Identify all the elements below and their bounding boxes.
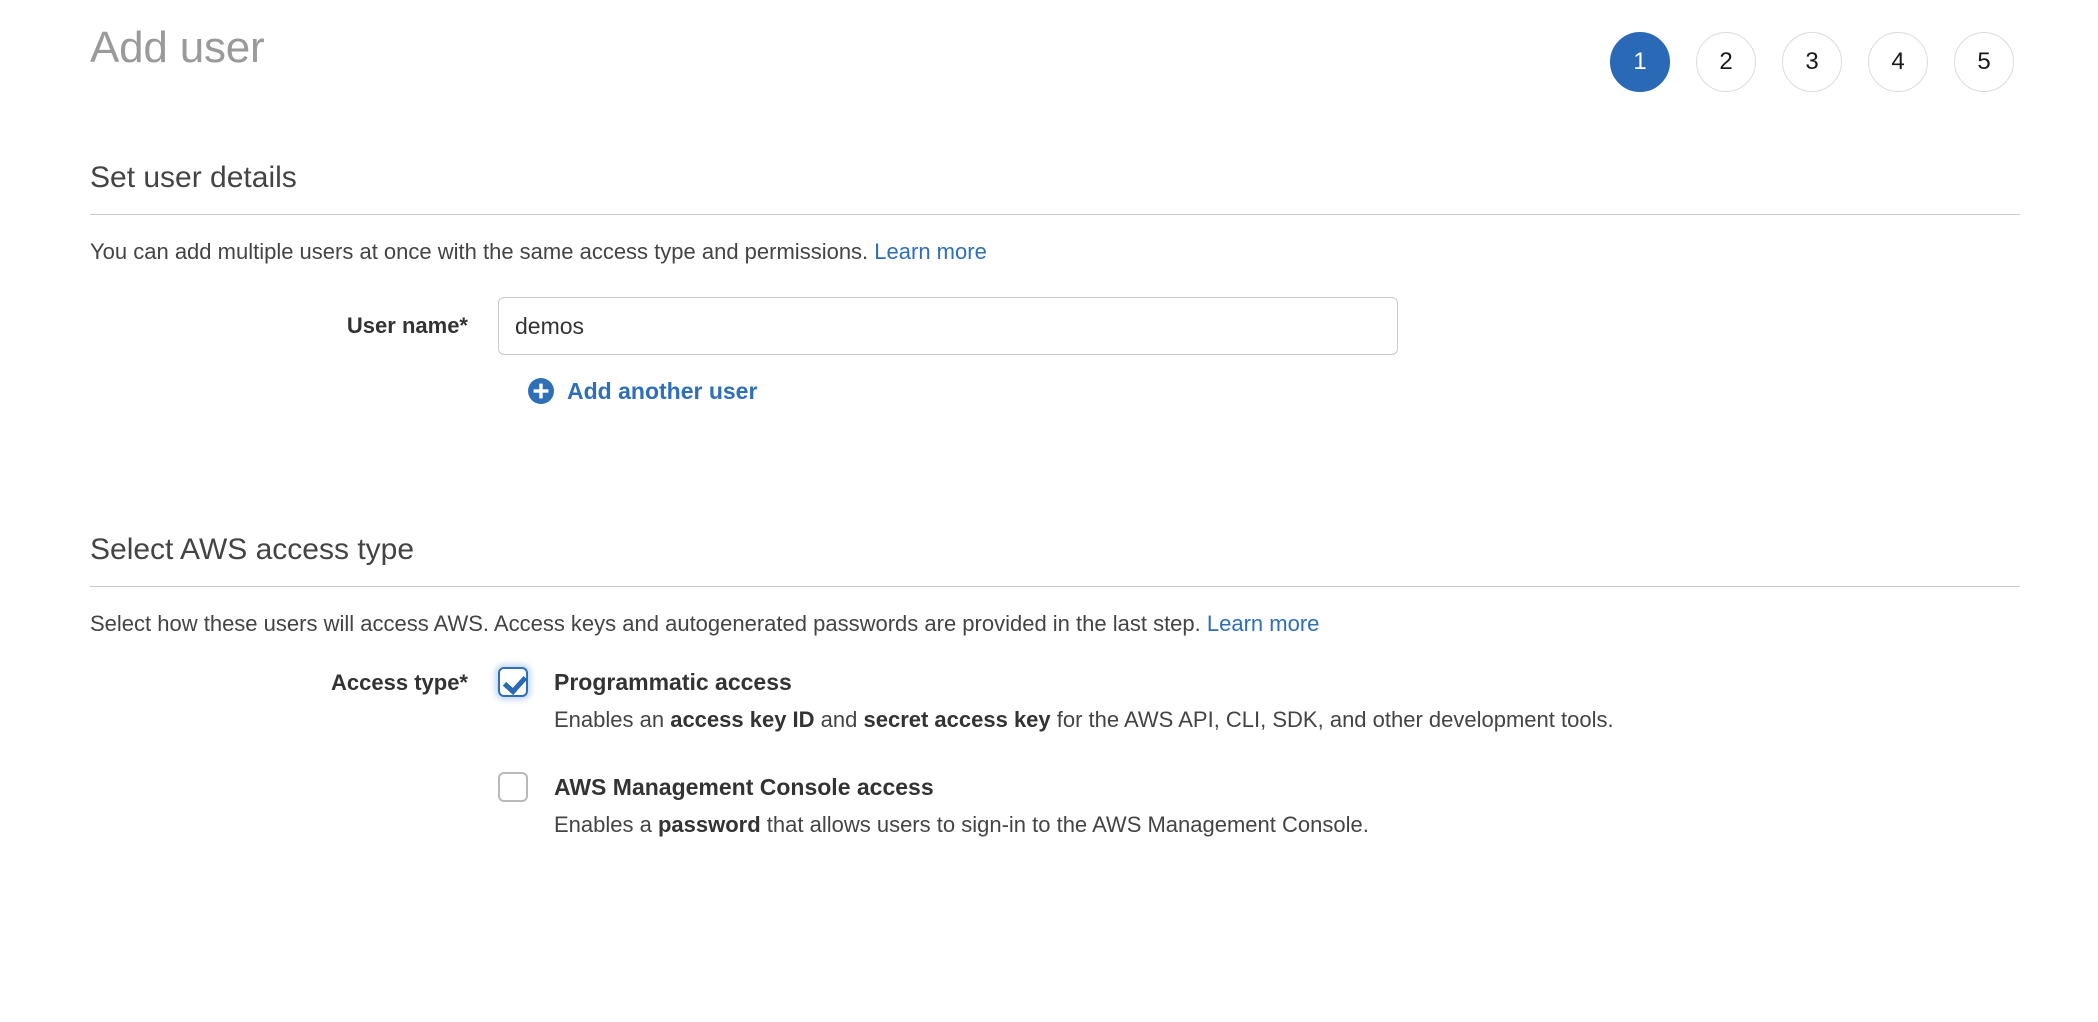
set-user-details-description: You can add multiple users at once with …	[90, 237, 2020, 267]
step-5[interactable]: 5	[1954, 32, 2014, 92]
username-input[interactable]	[498, 297, 1398, 355]
programmatic-access-description: Enables an access key ID and secret acce…	[554, 703, 1614, 736]
select-access-type-learn-more-link[interactable]: Learn more	[1207, 611, 1320, 636]
page-header: Add user 1 2 3 4 5	[0, 0, 2098, 120]
step-indicator: 1 2 3 4 5	[1610, 32, 2014, 92]
add-another-user-label: Add another user	[567, 378, 758, 404]
page-title: Add user	[90, 23, 265, 72]
select-access-type-title: Select AWS access type	[90, 533, 415, 566]
add-another-user-button[interactable]: Add another user	[528, 377, 757, 405]
set-user-details-section: Set user details You can add multiple us…	[90, 158, 2020, 409]
programmatic-desc-bold-1: access key ID	[670, 707, 815, 732]
username-label: User name*	[346, 313, 468, 338]
set-user-details-title: Set user details	[90, 161, 297, 194]
programmatic-access-checkbox-col	[498, 665, 546, 697]
console-desc-bold-1: password	[657, 812, 761, 837]
access-type-row-programmatic: Access type* Programmatic access Enables…	[90, 665, 2020, 736]
step-3[interactable]: 3	[1782, 32, 1842, 92]
access-type-label-spacer	[90, 770, 498, 806]
section-divider-2	[90, 586, 2020, 587]
console-access-checkbox[interactable]	[498, 772, 528, 802]
programmatic-desc-part-2: and	[814, 707, 864, 732]
select-access-type-description: Select how these users will access AWS. …	[90, 609, 2020, 639]
programmatic-access-checkbox[interactable]	[498, 667, 528, 697]
section-divider-1	[90, 214, 2020, 215]
console-access-title: AWS Management Console access	[554, 774, 934, 800]
console-access-description: Enables a password that allows users to …	[554, 808, 1369, 841]
username-row: User name*	[90, 297, 2020, 355]
programmatic-desc-part-3: for the AWS API, CLI, SDK, and other dev…	[1050, 707, 1614, 732]
set-user-details-learn-more-link[interactable]: Learn more	[874, 239, 987, 264]
programmatic-desc-bold-2: secret access key	[863, 707, 1051, 732]
console-desc-part-1: Enables a	[554, 812, 658, 837]
programmatic-access-title: Programmatic access	[554, 669, 792, 695]
plus-circle-icon	[528, 378, 554, 404]
programmatic-access-body: Programmatic access Enables an access ke…	[554, 665, 1614, 736]
select-access-type-description-text: Select how these users will access AWS. …	[90, 611, 1201, 636]
select-access-type-section: Select AWS access type Select how these …	[90, 530, 2020, 841]
console-desc-part-2: that allows users to sign-in to the AWS …	[760, 812, 1369, 837]
set-user-details-description-text: You can add multiple users at once with …	[90, 239, 869, 264]
step-4[interactable]: 4	[1868, 32, 1928, 92]
access-type-row-console: AWS Management Console access Enables a …	[90, 770, 2020, 841]
add-user-page: Add user 1 2 3 4 5 Set user details You …	[0, 0, 2098, 1022]
step-2[interactable]: 2	[1696, 32, 1756, 92]
access-type-label: Access type*	[331, 670, 468, 695]
console-access-checkbox-col	[498, 770, 546, 802]
step-1[interactable]: 1	[1610, 32, 1670, 92]
console-access-body: AWS Management Console access Enables a …	[554, 770, 1369, 841]
programmatic-desc-part-1: Enables an	[554, 707, 671, 732]
